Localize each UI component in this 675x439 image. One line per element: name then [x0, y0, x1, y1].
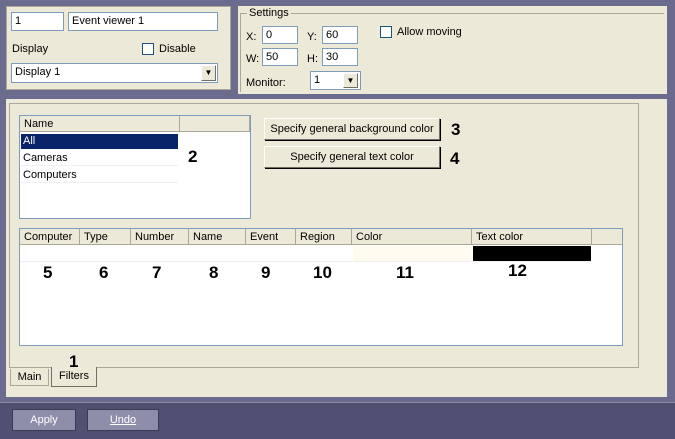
text-color-cell-swatch[interactable]	[473, 246, 591, 261]
callout-5: 5	[43, 263, 53, 282]
y-input[interactable]: 60	[322, 26, 358, 44]
callout-3: 3	[451, 120, 461, 139]
callout-10: 10	[313, 263, 332, 282]
list-item-computers[interactable]: Computers	[21, 168, 178, 183]
monitor-dropdown-chevron-icon[interactable]: ▼	[343, 73, 358, 88]
w-input[interactable]: 50	[262, 48, 298, 66]
callout-2: 2	[188, 147, 198, 166]
specify-text-color-button[interactable]: Specify general text color	[264, 146, 440, 168]
display-select[interactable]: Display 1	[11, 63, 218, 83]
settings-title: Settings	[247, 7, 291, 19]
tab-main[interactable]: Main	[10, 369, 49, 386]
list-item-cameras[interactable]: Cameras	[21, 151, 178, 166]
apply-button-label: Apply	[30, 414, 58, 426]
callout-11: 11	[396, 263, 414, 282]
column-text-color: Text color	[472, 229, 592, 245]
column-number: Number	[131, 229, 189, 245]
column-color: Color	[352, 229, 472, 245]
column-region: Region	[296, 229, 352, 245]
name-list-header-blank	[180, 116, 250, 132]
x-label: X:	[246, 31, 257, 43]
undo-button[interactable]: Undo	[87, 409, 159, 431]
apply-button[interactable]: Apply	[12, 409, 76, 431]
display-select-value: Display 1	[15, 66, 61, 78]
monitor-select-value: 1	[314, 74, 321, 86]
column-event: Event	[246, 229, 296, 245]
h-label: H:	[307, 53, 318, 65]
monitor-label: Monitor:	[246, 77, 286, 89]
allow-moving-label: Allow moving	[397, 26, 462, 38]
disable-label: Disable	[159, 43, 196, 55]
h-input[interactable]: 30	[322, 48, 358, 66]
color-cell-swatch[interactable]	[353, 246, 471, 261]
id-field[interactable]: 1	[11, 12, 64, 31]
name-list-header: Name	[20, 116, 180, 132]
column-filler	[592, 229, 622, 245]
name-field[interactable]: Event viewer 1	[68, 12, 218, 31]
specify-background-color-button[interactable]: Specify general background color	[264, 118, 440, 140]
column-computer: Computer	[20, 229, 80, 245]
display-label: Display	[12, 43, 49, 55]
callout-4: 4	[450, 149, 460, 168]
settings-group	[240, 13, 664, 92]
display-dropdown-chevron-icon[interactable]: ▼	[201, 65, 216, 81]
tab-main-label: Main	[17, 371, 42, 383]
x-input[interactable]: 0	[262, 26, 298, 44]
y-label: Y:	[307, 31, 317, 43]
disable-checkbox[interactable]	[142, 43, 154, 55]
undo-button-label: Undo	[109, 414, 137, 426]
column-type: Type	[80, 229, 131, 245]
list-item-all[interactable]: All	[21, 134, 178, 149]
allow-moving-checkbox[interactable]	[380, 26, 392, 38]
callout-12: 12	[508, 261, 527, 280]
w-label: W:	[246, 53, 260, 65]
callout-7: 7	[152, 263, 162, 282]
callout-9: 9	[261, 263, 271, 282]
callout-6: 6	[99, 263, 109, 282]
column-name: Name	[189, 229, 246, 245]
callout-1: 1	[69, 352, 79, 371]
callout-8: 8	[209, 263, 219, 282]
